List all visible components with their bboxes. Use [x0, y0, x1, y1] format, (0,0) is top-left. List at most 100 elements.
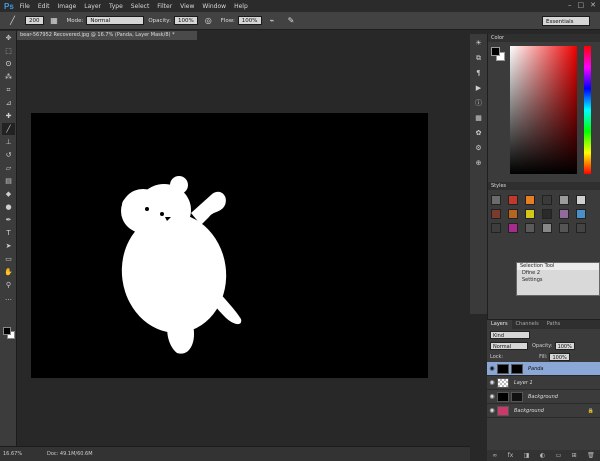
- workspace-select[interactable]: Essentials: [542, 16, 590, 26]
- actions-icon[interactable]: ▶: [472, 82, 485, 94]
- style-swatch[interactable]: [508, 209, 518, 219]
- zoom-level[interactable]: 16.67%: [3, 451, 37, 457]
- crop-tool-icon[interactable]: ⌗: [2, 84, 15, 96]
- tab-paths[interactable]: Paths: [543, 320, 565, 329]
- style-swatch[interactable]: [491, 209, 501, 219]
- quick-select-tool-icon[interactable]: ⁂: [2, 71, 15, 83]
- dodge-tool-icon[interactable]: ●: [2, 201, 15, 213]
- blend-mode-select[interactable]: Normal: [490, 341, 528, 350]
- close-button[interactable]: ✕: [590, 1, 596, 9]
- style-swatch[interactable]: [559, 223, 569, 233]
- menu-filter[interactable]: Filter: [157, 3, 172, 10]
- layer-row[interactable]: ◉ Background 🔒: [487, 404, 600, 418]
- menu-view[interactable]: View: [180, 3, 194, 10]
- tab-channels[interactable]: Channels: [512, 320, 543, 329]
- menu-window[interactable]: Window: [202, 3, 226, 10]
- layer-comps-icon[interactable]: ▦: [472, 112, 485, 124]
- path-select-tool-icon[interactable]: ➤: [2, 240, 15, 252]
- menu-help[interactable]: Help: [234, 3, 248, 10]
- delete-layer-icon[interactable]: 🗑: [587, 452, 595, 459]
- marquee-tool-icon[interactable]: ⬚: [2, 45, 15, 57]
- foreground-color-swatch[interactable]: [3, 327, 11, 335]
- document-tab[interactable]: bear-567952 Recovered.jpg @ 16.7% (Panda…: [17, 31, 197, 40]
- style-swatch[interactable]: [542, 209, 552, 219]
- pressure-opacity-icon[interactable]: ◎: [202, 14, 215, 27]
- visibility-eye-icon[interactable]: ◉: [487, 379, 497, 386]
- layer-mask-thumbnail[interactable]: [511, 391, 523, 402]
- style-swatch[interactable]: [491, 195, 501, 205]
- eyedropper-tool-icon[interactable]: ⊿: [2, 97, 15, 109]
- layer-name[interactable]: Panda: [528, 366, 544, 372]
- history-brush-tool-icon[interactable]: ↺: [2, 149, 15, 161]
- edit-toolbar-icon[interactable]: …: [2, 292, 15, 304]
- style-swatch[interactable]: [576, 209, 586, 219]
- layer-name[interactable]: Background: [528, 394, 558, 400]
- menu-select[interactable]: Select: [131, 3, 150, 10]
- style-swatch[interactable]: [576, 195, 586, 205]
- layer-row[interactable]: ◉ Panda: [487, 362, 600, 376]
- layer-name[interactable]: Layer 1: [514, 380, 533, 386]
- style-swatch[interactable]: [542, 195, 552, 205]
- style-swatch[interactable]: [576, 223, 586, 233]
- history-icon[interactable]: ⧉: [472, 52, 485, 64]
- maximize-button[interactable]: □: [578, 1, 585, 9]
- type-tool-icon[interactable]: T: [2, 227, 15, 239]
- style-swatch[interactable]: [508, 223, 518, 233]
- airbrush-icon[interactable]: ⌁: [266, 14, 279, 27]
- style-swatch[interactable]: [525, 223, 535, 233]
- info-icon[interactable]: ⓘ: [472, 97, 485, 109]
- minimize-button[interactable]: –: [568, 1, 572, 9]
- style-swatch[interactable]: [525, 195, 535, 205]
- color-picker-field[interactable]: [510, 46, 577, 174]
- lasso-tool-icon[interactable]: ʘ: [2, 58, 15, 70]
- layer-opacity-field[interactable]: 100%: [554, 341, 575, 350]
- layer-row[interactable]: ◉ Background: [487, 390, 600, 404]
- zoom-tool-icon[interactable]: ⚲: [2, 279, 15, 291]
- brush-tool-icon[interactable]: ╱: [6, 14, 19, 27]
- style-swatch[interactable]: [508, 195, 518, 205]
- mode-select[interactable]: Normal: [86, 16, 145, 25]
- settings-item[interactable]: Settings: [517, 277, 599, 284]
- layer-style-icon[interactable]: fx: [508, 452, 514, 459]
- pressure-size-icon[interactable]: ✎: [285, 14, 298, 27]
- hue-slider[interactable]: [584, 46, 591, 174]
- menu-type[interactable]: Type: [109, 3, 123, 10]
- add-mask-icon[interactable]: ◨: [524, 452, 530, 459]
- layer-row[interactable]: ◉ Layer 1: [487, 376, 600, 390]
- style-swatch[interactable]: [559, 209, 569, 219]
- style-swatch[interactable]: [491, 223, 501, 233]
- selection-tool-title[interactable]: Selection Tool: [517, 263, 599, 270]
- visibility-eye-icon[interactable]: ◉: [487, 393, 497, 400]
- brush-tool-icon[interactable]: ╱: [2, 123, 15, 135]
- visibility-eye-icon[interactable]: ◉: [487, 407, 497, 414]
- paragraph-icon[interactable]: ¶: [472, 67, 485, 79]
- brightness-icon[interactable]: ☀: [472, 37, 485, 49]
- menu-file[interactable]: File: [20, 3, 30, 10]
- shape-tool-icon[interactable]: ▭: [2, 253, 15, 265]
- style-swatch[interactable]: [559, 195, 569, 205]
- brush-size-field[interactable]: 200: [25, 16, 44, 25]
- styles-panel-tab[interactable]: Styles: [488, 182, 600, 190]
- adjustments-icon[interactable]: ⚙: [472, 142, 485, 154]
- navigator-icon[interactable]: ⊕: [472, 157, 485, 169]
- new-layer-icon[interactable]: ⊞: [572, 452, 577, 459]
- link-layers-icon[interactable]: ∞: [492, 452, 497, 459]
- brush-panel-icon[interactable]: ▦: [48, 14, 61, 27]
- pen-tool-icon[interactable]: ✒: [2, 214, 15, 226]
- flow-field[interactable]: 100%: [237, 16, 262, 25]
- eraser-tool-icon[interactable]: ▱: [2, 162, 15, 174]
- layer-name[interactable]: Background: [514, 408, 544, 414]
- hand-tool-icon[interactable]: ✋: [2, 266, 15, 278]
- dfine-item[interactable]: Dfine 2: [517, 270, 599, 277]
- canvas-area[interactable]: [17, 40, 466, 446]
- adjustment-layer-icon[interactable]: ◐: [540, 452, 545, 459]
- gradient-tool-icon[interactable]: ▤: [2, 175, 15, 187]
- brush-presets-icon[interactable]: ✿: [472, 127, 485, 139]
- blur-tool-icon[interactable]: ◆: [2, 188, 15, 200]
- menu-image[interactable]: Image: [57, 3, 76, 10]
- clone-stamp-tool-icon[interactable]: ⊥: [2, 136, 15, 148]
- kind-filter[interactable]: Kind: [490, 330, 530, 339]
- document-canvas[interactable]: [31, 113, 428, 378]
- style-swatch[interactable]: [542, 223, 552, 233]
- fill-field[interactable]: 100%: [549, 352, 570, 361]
